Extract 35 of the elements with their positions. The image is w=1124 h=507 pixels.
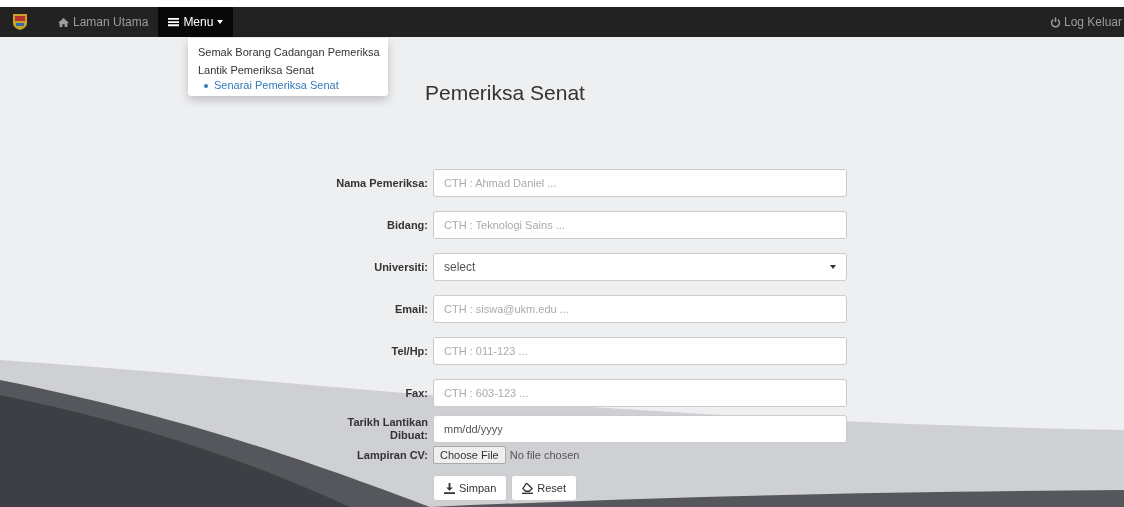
field-label: Fax: [404, 385, 428, 401]
menu-item[interactable]: Semak Borang Cadangan Pemeriksa [188, 43, 388, 61]
text-field[interactable]: CTH : Ahmad Daniel ... [433, 169, 847, 197]
list-icon [168, 16, 180, 28]
field-label: Lampiran CV: [356, 447, 428, 463]
download-icon [444, 482, 455, 494]
logo-icon [12, 13, 28, 31]
field-label: Tarikh Lantikan Dibuat: [346, 415, 428, 443]
reset-button[interactable]: Reset [511, 475, 578, 501]
home-icon [58, 16, 69, 28]
text-field[interactable]: CTH : 603-123 ... [433, 379, 847, 407]
file-status: No file chosen [509, 449, 580, 461]
power-icon [1049, 16, 1061, 28]
text-field[interactable]: CTH : Teknologi Sains ... [433, 211, 847, 239]
eraser-icon [522, 482, 534, 494]
field-label: Bidang: [386, 217, 428, 233]
field-label: Universiti: [373, 259, 428, 275]
field-label: Email: [394, 301, 428, 317]
text-field[interactable]: CTH : siswa@ukm.edu ... [433, 295, 847, 323]
submenu-link[interactable]: Senarai Pemeriksa Senat [214, 79, 339, 91]
caret-icon [217, 20, 224, 24]
date-field[interactable]: mm/dd/yyyy [433, 415, 847, 443]
text-field[interactable]: CTH : 011-123 ... [433, 337, 847, 365]
field-label: Tel/Hp: [390, 343, 428, 359]
page-title: Pemeriksa Senat [425, 81, 586, 106]
menu-dropdown[interactable]: Menu [158, 7, 234, 37]
logout-link[interactable]: Log Keluar [1039, 7, 1124, 37]
menu-item[interactable]: Lantik Pemeriksa Senat [188, 61, 388, 79]
select-field[interactable]: select [433, 253, 847, 281]
choose-file-button[interactable]: Choose File [433, 446, 506, 464]
field-label: Nama Pemeriksa: [335, 175, 428, 191]
caret-icon [830, 265, 836, 269]
nav-link[interactable]: Laman Utama [48, 7, 159, 37]
bullet-icon [204, 84, 208, 89]
save-button[interactable]: Simpan [433, 475, 508, 501]
